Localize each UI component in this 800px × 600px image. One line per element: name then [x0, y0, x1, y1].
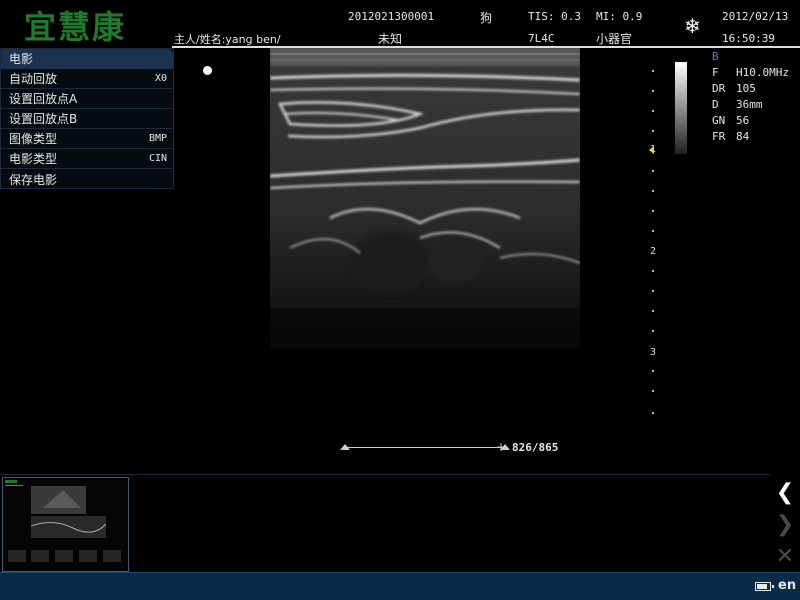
- menu-item-image-type[interactable]: 图像类型 BMP: [1, 129, 173, 149]
- exam-time: 16:50:39: [722, 32, 775, 45]
- exam-date: 2012/02/13: [722, 10, 789, 23]
- menu-item-label: 设置回放点B: [9, 112, 78, 126]
- param-gain: GN 56: [712, 113, 750, 127]
- mode-label: B: [712, 50, 719, 63]
- snowflake-icon: ❄: [684, 14, 701, 38]
- language-indicator[interactable]: en: [778, 578, 796, 593]
- breed-label: 未知: [378, 32, 403, 46]
- thumbnail-strip: [0, 474, 770, 572]
- cine-menu-title: 电影: [1, 49, 173, 69]
- preset-label: 小器官: [596, 32, 633, 46]
- depth-scale: 1 2 3: [640, 60, 670, 420]
- owner-name: 主人/姓名:yang ben/: [174, 33, 281, 46]
- patient-id: 2012021300001: [348, 10, 435, 23]
- tis-value: TIS: 0.3: [528, 10, 581, 23]
- menu-item-value: X0: [154, 73, 167, 84]
- cine-frame-counter: 826/865: [512, 441, 559, 454]
- depth-label-2: 2: [650, 246, 657, 257]
- depth-label-3: 3: [650, 347, 657, 358]
- cine-track: [344, 447, 504, 448]
- menu-item-label: 保存电影: [9, 172, 58, 187]
- cine-menu: 电影 自动回放 X0 设置回放点A 设置回放点B 图像类型 BMP 电影类型 C…: [0, 48, 174, 189]
- menu-item-set-point-b[interactable]: 设置回放点B: [1, 109, 173, 129]
- menu-item-cine-type[interactable]: 电影类型 CIN: [1, 149, 173, 169]
- menu-item-label: 自动回放: [9, 72, 58, 86]
- thumbnail-nav: ❮ ❯ ✕: [770, 476, 800, 572]
- brand-logo: 宜慧康: [24, 8, 127, 46]
- chevron-left-icon[interactable]: ❮: [770, 478, 800, 508]
- header-bar: 宜慧康 2012021300001 狗 TIS: 0.3 MI: 0.9 201…: [0, 0, 800, 48]
- menu-item-value: BMP: [148, 133, 167, 144]
- menu-item-auto-replay[interactable]: 自动回放 X0: [1, 69, 173, 89]
- status-bar: en: [0, 572, 800, 600]
- probe-label: 7L4C: [528, 32, 555, 45]
- imaging-params: B F H10.0MHz DR 105 D 36mm GN 56 FR 84: [712, 50, 789, 144]
- mi-value: MI: 0.9: [596, 10, 643, 23]
- focus-marker-icon[interactable]: [649, 146, 654, 154]
- species-label: 狗: [480, 11, 493, 25]
- param-dynamic-range: DR 105: [712, 81, 756, 95]
- menu-item-label: 设置回放点A: [9, 92, 78, 106]
- menu-item-save-cine[interactable]: 保存电影: [1, 169, 173, 189]
- ultrasound-image[interactable]: [270, 48, 580, 348]
- param-frequency: F H10.0MHz: [712, 65, 789, 79]
- thumbnail-image[interactable]: [2, 477, 129, 572]
- battery-icon: [755, 582, 774, 591]
- menu-item-label: 电影类型: [9, 152, 58, 166]
- cine-start-marker-icon[interactable]: [340, 444, 350, 450]
- param-depth: D 36mm: [712, 97, 763, 111]
- cursor-dot: [203, 66, 212, 75]
- close-icon[interactable]: ✕: [770, 542, 800, 572]
- menu-item-set-point-a[interactable]: 设置回放点A: [1, 89, 173, 109]
- cine-progress-bar[interactable]: + 826/865: [340, 440, 570, 458]
- menu-item-value: CIN: [148, 153, 167, 164]
- cine-cursor-icon[interactable]: +: [496, 440, 506, 454]
- grayscale-bar: [675, 62, 687, 154]
- chevron-right-icon[interactable]: ❯: [770, 510, 800, 540]
- menu-item-label: 图像类型: [9, 132, 58, 146]
- param-frame-rate: FR 84: [712, 129, 750, 143]
